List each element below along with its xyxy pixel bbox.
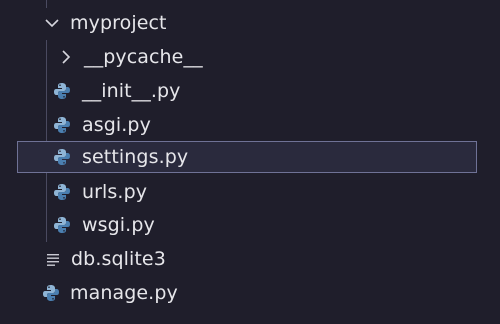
file-label: db.sqlite3 <box>71 248 166 270</box>
tree-item-manage[interactable]: manage.py <box>41 277 481 309</box>
chevron-down-icon[interactable] <box>42 13 62 33</box>
file-label: settings.py <box>82 146 189 168</box>
python-icon <box>52 147 72 167</box>
python-icon <box>52 81 72 101</box>
tree-item-init[interactable]: __init__.py <box>52 75 476 107</box>
tree-item-pycache[interactable]: __pycache__ <box>58 41 478 73</box>
tree-item-myproject[interactable]: myproject <box>42 7 482 39</box>
chevron-right-icon[interactable] <box>58 47 74 67</box>
tree-item-asgi[interactable]: asgi.py <box>52 109 476 141</box>
file-label: urls.py <box>82 181 148 203</box>
folder-label: __pycache__ <box>84 46 203 68</box>
python-icon <box>52 182 72 202</box>
file-label: asgi.py <box>82 114 151 136</box>
file-explorer: myproject __pycache__ __init__.py asgi.p… <box>0 0 500 324</box>
tree-item-db-sqlite3[interactable]: db.sqlite3 <box>43 243 483 275</box>
file-label: manage.py <box>70 282 178 304</box>
text-file-icon <box>43 249 63 269</box>
tree-item-urls[interactable]: urls.py <box>52 176 476 208</box>
tree-item-wsgi[interactable]: wsgi.py <box>52 209 476 241</box>
file-label: wsgi.py <box>82 214 155 236</box>
python-icon <box>52 115 72 135</box>
tree-item-settings[interactable]: settings.py <box>17 141 477 173</box>
folder-label: myproject <box>70 12 167 34</box>
python-icon <box>41 283 61 303</box>
python-icon <box>52 215 72 235</box>
file-label: __init__.py <box>82 80 181 102</box>
